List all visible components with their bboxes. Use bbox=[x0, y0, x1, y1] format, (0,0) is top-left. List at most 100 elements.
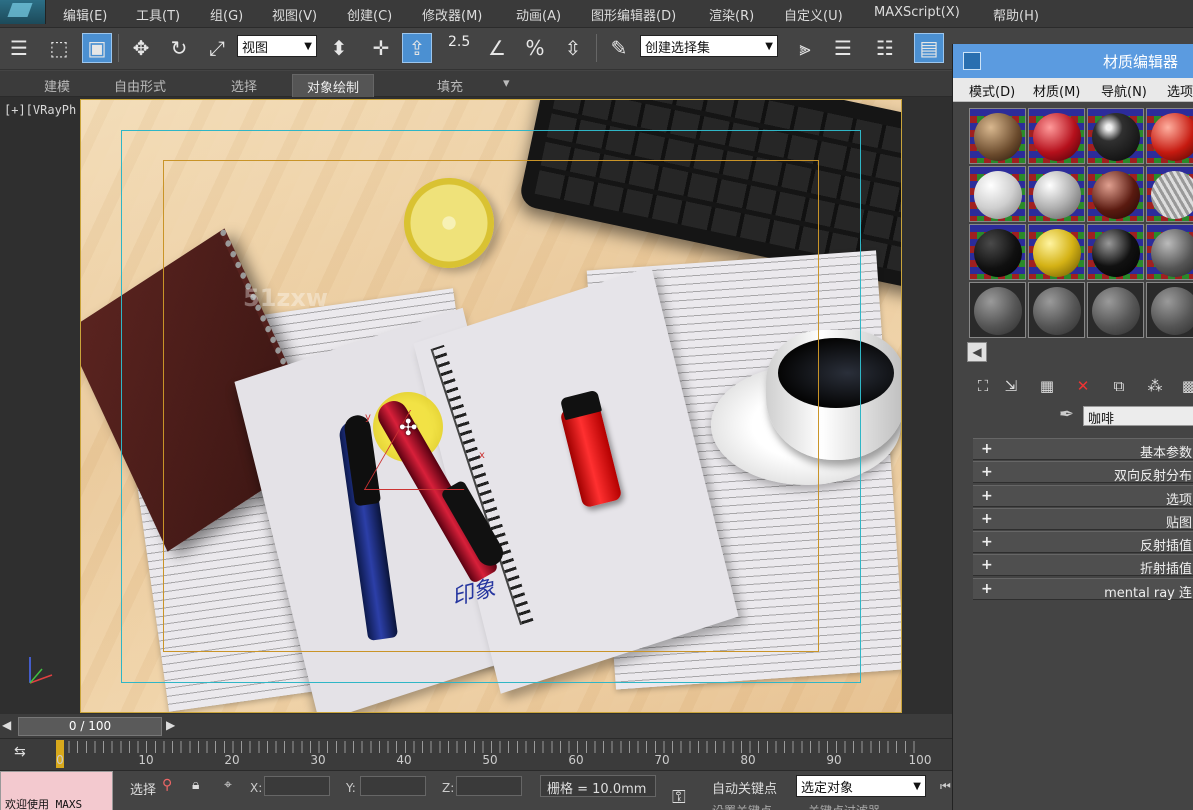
absolute-mode-icon[interactable]: ⌖ bbox=[224, 777, 242, 795]
isolate-selection-icon[interactable]: ⚲ bbox=[162, 777, 180, 795]
select-manipulate-icon[interactable]: ✛ bbox=[366, 33, 396, 63]
scale-icon[interactable]: ⤢ bbox=[202, 33, 232, 63]
key-filters-button[interactable]: 关键点过滤器 bbox=[808, 802, 880, 810]
get-material-icon[interactable]: ⛶ bbox=[973, 376, 993, 396]
menu-customize[interactable]: 自定义(U) bbox=[784, 5, 843, 24]
sample-slot[interactable] bbox=[1146, 166, 1193, 222]
rendered-scene[interactable]: x y ✣ 51zxw 印象 bbox=[80, 99, 902, 713]
menu-edit[interactable]: 编辑(E) bbox=[63, 5, 107, 24]
tab-selection[interactable]: 选择 bbox=[231, 76, 257, 95]
angle-snap-icon[interactable]: ∠ bbox=[482, 33, 512, 63]
mat-menu-options[interactable]: 选项 bbox=[1167, 81, 1193, 100]
rollout-options[interactable]: + 选项 bbox=[973, 484, 1193, 508]
ribbon-options-icon[interactable]: ▾ bbox=[503, 76, 510, 91]
rollout-brdf[interactable]: + 双向反射分布 bbox=[973, 461, 1193, 484]
tab-populate[interactable]: 填充 bbox=[437, 76, 463, 95]
move-icon[interactable]: ✥ bbox=[126, 33, 156, 63]
menu-help[interactable]: 帮助(H) bbox=[993, 5, 1039, 24]
curve-editor-icon[interactable]: ⇆ bbox=[14, 744, 34, 766]
percent-snap-icon[interactable]: % bbox=[520, 33, 550, 63]
rollout-refract-interpolation[interactable]: + 折射插值 bbox=[973, 554, 1193, 577]
make-unique-icon[interactable]: ⧉ bbox=[1109, 376, 1129, 396]
y-coordinate-input[interactable] bbox=[360, 776, 426, 796]
z-coordinate-input[interactable] bbox=[456, 776, 522, 796]
spinner-snap-icon[interactable]: ⇳ bbox=[558, 33, 588, 63]
time-slider-prev-icon[interactable]: ◀ bbox=[2, 718, 16, 734]
key-selection-dropdown[interactable]: 选定对象 ▼ bbox=[796, 775, 926, 797]
track-bar[interactable]: ⇆ 0 10 20 30 40 50 60 70 80 90 100 bbox=[0, 738, 952, 770]
sample-slot[interactable] bbox=[1087, 108, 1144, 164]
set-key-button[interactable]: 设置关键点 bbox=[712, 802, 772, 810]
menu-rendering[interactable]: 渲染(R) bbox=[709, 5, 754, 24]
mat-menu-mode[interactable]: 模式(D) bbox=[969, 81, 1015, 100]
rollout-mental-ray[interactable]: + mental ray 连 bbox=[973, 577, 1193, 601]
sample-slot[interactable] bbox=[1146, 282, 1193, 338]
sample-slot[interactable] bbox=[969, 166, 1026, 222]
menu-views[interactable]: 视图(V) bbox=[272, 5, 317, 24]
sample-slot[interactable] bbox=[1028, 108, 1085, 164]
sample-slot[interactable] bbox=[969, 224, 1026, 280]
rollout-reflect-interpolation[interactable]: + 反射插值 bbox=[973, 531, 1193, 554]
expand-icon: + bbox=[981, 487, 993, 504]
sample-slot[interactable] bbox=[1087, 166, 1144, 222]
mat-menu-navigation[interactable]: 导航(N) bbox=[1101, 81, 1147, 100]
assign-to-selection-icon[interactable]: ▦ bbox=[1037, 376, 1057, 396]
camera-viewport[interactable]: [+][VRayPh x y ✣ 51zxw 印象 bbox=[0, 97, 952, 714]
material-name-input[interactable]: 咖啡 bbox=[1083, 406, 1193, 427]
menu-animation[interactable]: 动画(A) bbox=[516, 5, 561, 24]
menu-graph-editors[interactable]: 图形编辑器(D) bbox=[591, 5, 676, 24]
snap-toggle-icon[interactable]: 2.5 bbox=[448, 34, 470, 50]
tab-freeform[interactable]: 自由形式 bbox=[114, 76, 166, 95]
go-to-start-icon[interactable]: ⏮ bbox=[940, 779, 951, 794]
material-editor-titlebar[interactable]: 材质编辑器 bbox=[953, 44, 1193, 78]
sample-slot[interactable] bbox=[1028, 166, 1085, 222]
lemon-object[interactable] bbox=[391, 165, 507, 281]
menu-tools[interactable]: 工具(T) bbox=[136, 5, 180, 24]
selection-lock-icon[interactable]: 🔒︎ bbox=[192, 777, 210, 795]
sample-slot[interactable] bbox=[969, 282, 1026, 338]
time-slider-thumb[interactable]: 0 / 100 bbox=[18, 717, 162, 736]
eyedropper-icon[interactable]: ✒ bbox=[1059, 404, 1074, 425]
time-slider-next-icon[interactable]: ▶ bbox=[166, 718, 180, 734]
slot-scroll-left-icon[interactable]: ◀ bbox=[967, 342, 987, 362]
keyboard-shortcut-override-icon[interactable]: ⇪ bbox=[402, 33, 432, 63]
rollout-basic-parameters[interactable]: + 基本参数 bbox=[973, 438, 1193, 461]
rotate-icon[interactable]: ↻ bbox=[164, 33, 194, 63]
mirror-icon[interactable]: ⫸ bbox=[790, 33, 820, 63]
rect-selection-icon[interactable]: ⬚ bbox=[44, 33, 74, 63]
x-coordinate-input[interactable] bbox=[264, 776, 330, 796]
viewport-label[interactable]: [+][VRayPh bbox=[4, 103, 76, 117]
align-icon[interactable]: ☰ bbox=[828, 33, 858, 63]
put-to-scene-icon[interactable]: ⇲ bbox=[1001, 376, 1021, 396]
show-map-icon[interactable]: ▩ bbox=[1179, 376, 1193, 396]
select-by-name-icon[interactable]: ☰ bbox=[4, 33, 34, 63]
auto-key-button[interactable]: 自动关键点 bbox=[712, 778, 777, 797]
layer-manager-icon[interactable]: ☷ bbox=[870, 33, 900, 63]
sample-slot[interactable] bbox=[1087, 282, 1144, 338]
maxscript-listener-box[interactable]: 欢迎使用 MAXS bbox=[0, 771, 113, 810]
material-effects-icon[interactable]: ⁂ bbox=[1145, 376, 1165, 396]
edit-named-selection-icon[interactable]: ✎ bbox=[604, 33, 634, 63]
tab-modeling[interactable]: 建模 bbox=[44, 76, 70, 95]
named-selection-set-dropdown[interactable]: 创建选择集 ▼ bbox=[640, 35, 778, 57]
sample-slot[interactable] bbox=[969, 108, 1026, 164]
set-key-icon[interactable]: ⚿ bbox=[672, 787, 686, 808]
menu-maxscript[interactable]: MAXScript(X) bbox=[874, 5, 960, 20]
reset-map-icon[interactable]: ✕ bbox=[1073, 376, 1093, 396]
app-logo-button[interactable] bbox=[0, 0, 46, 24]
sample-slot[interactable] bbox=[1146, 224, 1193, 280]
rollout-maps[interactable]: + 贴图 bbox=[973, 507, 1193, 531]
sample-slot[interactable] bbox=[1146, 108, 1193, 164]
mat-menu-material[interactable]: 材质(M) bbox=[1033, 81, 1080, 100]
sample-slot[interactable] bbox=[1087, 224, 1144, 280]
pivot-center-icon[interactable]: ⬍ bbox=[324, 33, 354, 63]
sample-slot[interactable] bbox=[1028, 282, 1085, 338]
window-crossing-icon[interactable]: ▣ bbox=[82, 33, 112, 63]
reference-coord-dropdown[interactable]: 视图 ▼ bbox=[237, 35, 317, 57]
menu-modifiers[interactable]: 修改器(M) bbox=[422, 5, 482, 24]
material-editor-icon[interactable]: ▤ bbox=[914, 33, 944, 63]
menu-create[interactable]: 创建(C) bbox=[347, 5, 392, 24]
sample-slot[interactable] bbox=[1028, 224, 1085, 280]
tab-object-paint[interactable]: 对象绘制 bbox=[292, 74, 375, 99]
menu-group[interactable]: 组(G) bbox=[210, 5, 243, 24]
